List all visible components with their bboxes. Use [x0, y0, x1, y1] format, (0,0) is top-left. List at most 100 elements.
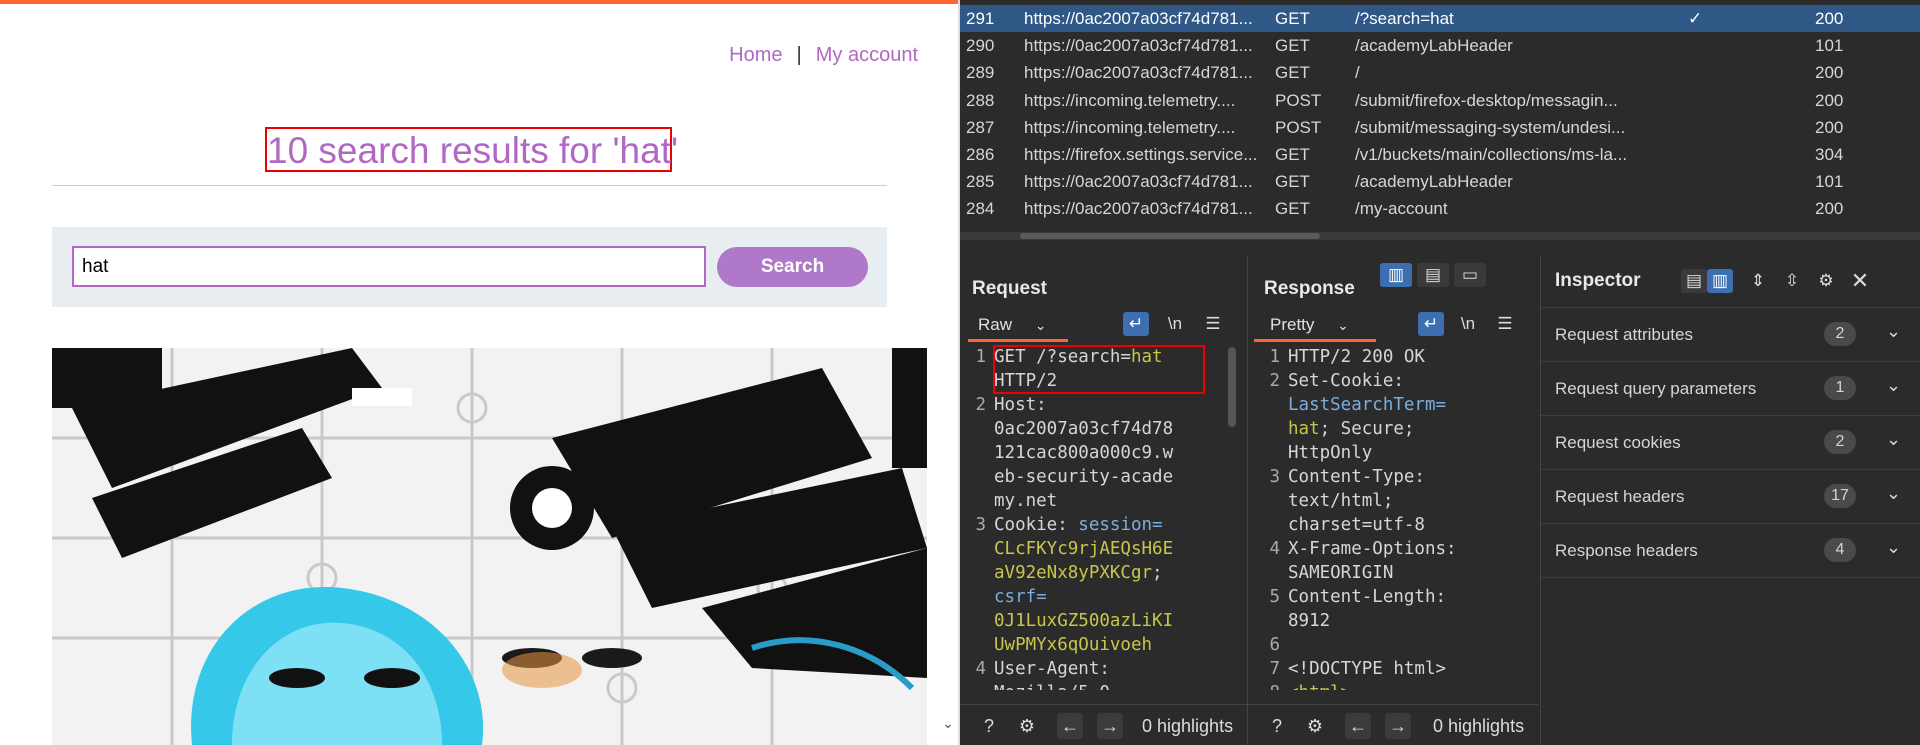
response-line-number: 5 [1269, 587, 1280, 607]
history-row[interactable]: 291 https://0ac2007a03cf74d781... GET /?sea… [960, 5, 1920, 32]
history-cell-status: 200 [1815, 9, 1844, 28]
help-icon[interactable]: ? [1264, 713, 1290, 739]
newline-icon[interactable]: \n [1455, 312, 1481, 336]
inspector-layout-left-icon[interactable]: ▤ [1681, 269, 1707, 293]
history-row[interactable]: 286 https://firefox.settings.service... GE… [960, 141, 1920, 168]
history-cell-num: 285 [966, 172, 995, 192]
menu-icon[interactable]: ☰ [1200, 312, 1226, 336]
request-editor[interactable]: 1 GET /?search=hat HTTP/2 2 Host: 0ac2007a03c… [968, 345, 1208, 690]
chevron-down-icon[interactable]: ⌄ [1886, 483, 1901, 504]
response-code-token: <!DOCTYPE html> [1288, 659, 1447, 679]
request-code-line: csrf= [994, 585, 1047, 609]
inspector-section[interactable]: Response headers 4 ⌄ [1541, 524, 1920, 578]
response-code-line: Content-Length: [1288, 585, 1446, 609]
home-link[interactable]: Home [729, 44, 782, 66]
gear-icon[interactable]: ⚙ [1014, 713, 1040, 739]
history-row[interactable]: 288 https://incoming.telemetry.... POST/su… [960, 87, 1920, 114]
request-view-dropdown[interactable]: Raw ⌄ [978, 315, 1046, 335]
response-line-number: 7 [1269, 659, 1280, 679]
inspector-sections: Request attributes 2 ⌄ Request query parame… [1541, 307, 1920, 578]
scroll-down-arrow-icon[interactable]: ⌄ [941, 715, 955, 743]
help-icon[interactable]: ? [976, 713, 1002, 739]
gear-icon[interactable]: ⚙ [1813, 269, 1839, 293]
newline-icon[interactable]: \n [1162, 312, 1188, 336]
inspector-section[interactable]: Request query parameters 1 ⌄ [1541, 362, 1920, 416]
my-account-link[interactable]: My account [816, 44, 918, 66]
request-code-token: 0J1LuxGZ500azLiKI [994, 611, 1174, 631]
history-cell-host: https://0ac2007a03cf74d781... [1024, 199, 1253, 219]
inspector-section-label: Request attributes [1555, 325, 1693, 344]
arrow-right-icon[interactable]: → [1097, 713, 1123, 739]
history-row[interactable]: 285 https://0ac2007a03cf74d781... GET/acad… [960, 168, 1920, 195]
history-row[interactable]: 289 https://0ac2007a03cf74d781... GET / 200 [960, 59, 1920, 86]
history-cell-status: 200 [1815, 199, 1844, 219]
arrow-left-icon[interactable]: ← [1345, 713, 1371, 739]
surveillance-puzzle-illustration [52, 348, 927, 745]
chevron-down-icon[interactable]: ⌄ [1886, 429, 1901, 450]
response-view-underline [1254, 339, 1376, 342]
inspector-section[interactable]: Request cookies 2 ⌄ [1541, 416, 1920, 470]
request-scrollbar[interactable] [1228, 347, 1236, 427]
request-line-highlight [993, 345, 1205, 394]
layout-split-icon[interactable]: ▥ [1380, 263, 1412, 287]
search-input[interactable] [72, 246, 706, 287]
layout-single-icon[interactable]: ▭ [1454, 263, 1486, 287]
history-cell-host: https://firefox.settings.service... [1024, 145, 1258, 164]
response-code-line: X-Frame-Options: [1288, 537, 1457, 561]
history-cell-status: 200 [1815, 90, 1844, 110]
history-row[interactable]: 290 https://0ac2007a03cf74d781... GET/acad… [960, 32, 1920, 59]
history-cell-host: https://0ac2007a03cf74d781... [1024, 9, 1253, 28]
response-code-token: text/html; [1288, 491, 1394, 511]
history-cell-host: https://0ac2007a03cf74d781... [1024, 36, 1253, 56]
history-horizontal-scrollbar[interactable] [960, 232, 1920, 240]
collapse-all-icon[interactable]: ⇳ [1779, 269, 1805, 293]
request-code-token: 121cac800a000c9.w [994, 443, 1174, 463]
arrow-right-icon[interactable]: → [1385, 713, 1411, 739]
history-row[interactable]: 284 https://0ac2007a03cf74d781... GET/my-a… [960, 195, 1920, 222]
history-cell-num: 289 [966, 63, 995, 83]
wrap-lines-icon[interactable]: ↵ [1123, 312, 1149, 336]
request-line-number: 2 [975, 395, 986, 415]
request-code-token: CLcFKYc9rjAEQsH6E [994, 539, 1174, 559]
response-code-line: <!DOCTYPE html> [1288, 657, 1446, 681]
request-code-line: aV92eNx8yPXKCgr; [994, 561, 1163, 585]
close-icon[interactable]: ✕ [1847, 269, 1873, 293]
history-row[interactable]: 287 https://incoming.telemetry.... POST/su… [960, 114, 1920, 141]
menu-icon[interactable]: ☰ [1492, 312, 1518, 336]
header-accent-line [0, 0, 958, 4]
response-code-line: 8912 [1288, 609, 1330, 633]
inspector-section[interactable]: Request headers 17 ⌄ [1541, 470, 1920, 524]
response-code-line: Content-Type: [1288, 465, 1425, 489]
request-code-token: session= [1078, 515, 1163, 535]
response-code-line: charset=utf-8 [1288, 513, 1425, 537]
history-cell-method: POST [1275, 117, 1322, 137]
inspector-layout-right-icon[interactable]: ▥ [1707, 269, 1733, 293]
chevron-down-icon[interactable]: ⌄ [1886, 537, 1901, 558]
request-highlights: 0 highlights [1142, 716, 1234, 736]
request-code-token: aV92eNx8yPXKCgr [994, 563, 1153, 583]
history-cell-url: /academyLabHeader [1355, 172, 1513, 192]
history-cell-num: 284 [966, 199, 995, 219]
response-code-token: 8912 [1288, 611, 1331, 631]
response-editor[interactable]: 1 HTTP/2 200 OK 2 Set-Cookie: LastSearchTerm… [1262, 345, 1532, 690]
chevron-down-icon[interactable]: ⌄ [1886, 321, 1901, 342]
response-code-line: Set-Cookie: [1288, 369, 1404, 393]
blog-post-image[interactable] [52, 348, 927, 745]
inspector-section-count: 1 [1824, 376, 1856, 400]
wrap-lines-icon[interactable]: ↵ [1418, 312, 1444, 336]
gear-icon[interactable]: ⚙ [1302, 713, 1328, 739]
inspector-section-label: Request query parameters [1555, 379, 1757, 398]
history-cell-method: GET [1275, 36, 1310, 56]
layout-stacked-icon[interactable]: ▤ [1417, 263, 1449, 287]
arrow-left-icon[interactable]: ← [1057, 713, 1083, 739]
response-code-token: Content-Type: [1288, 467, 1425, 487]
expand-all-icon[interactable]: ⇕ [1745, 269, 1771, 293]
history-cell-method: POST [1275, 90, 1322, 110]
inspector-section[interactable]: Request attributes 2 ⌄ [1541, 308, 1920, 362]
search-results-heading: 10 search results for 'hat' [265, 127, 678, 172]
search-button[interactable]: Search [717, 247, 868, 287]
response-view-dropdown[interactable]: Pretty ⌄ [1270, 315, 1349, 335]
response-code-token: charset=utf-8 [1288, 515, 1425, 535]
chevron-down-icon[interactable]: ⌄ [1886, 375, 1901, 396]
history-cell-url: /submit/firefox-desktop/messagin... [1355, 90, 1618, 110]
